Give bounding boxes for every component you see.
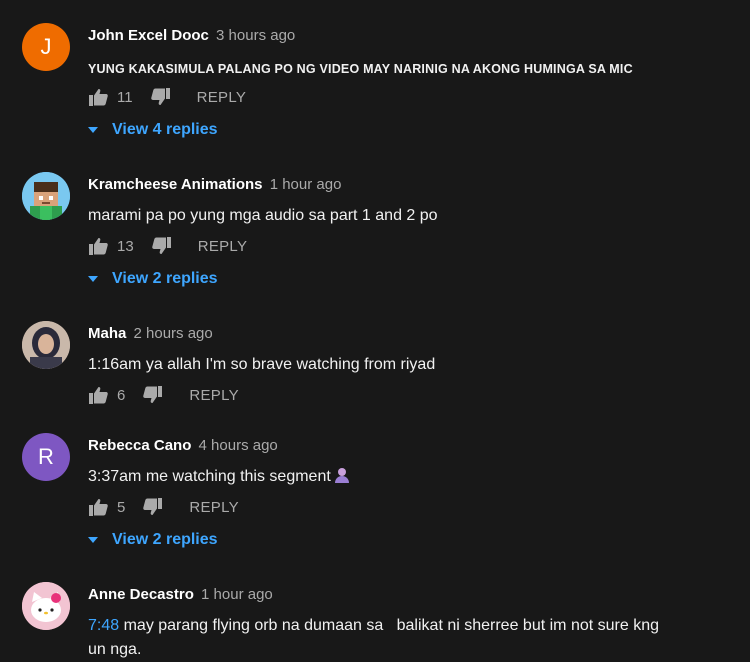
caret-down-icon (88, 276, 98, 282)
comment-text: 3:37am me watching this segment (88, 465, 708, 489)
comment-text-content: may parang flying orb na dumaan sa balik… (88, 617, 664, 658)
author-name[interactable]: John Excel Dooc (88, 27, 209, 44)
view-replies-label: View 2 replies (112, 531, 218, 548)
reply-button[interactable]: REPLY (197, 89, 247, 106)
thumbs-up-icon[interactable] (88, 498, 108, 516)
comment-text-content: 3:37am me watching this segment (88, 468, 331, 485)
caret-down-icon (88, 127, 98, 133)
comment-time[interactable]: 1 hour ago (201, 586, 273, 603)
avatar[interactable] (22, 582, 70, 630)
comment-header: John Excel Dooc 3 hours ago (88, 27, 295, 44)
comment-time[interactable]: 2 hours ago (134, 325, 213, 342)
reply-button[interactable]: REPLY (198, 238, 248, 255)
thumbs-up-icon[interactable] (88, 88, 108, 106)
view-replies-button[interactable]: View 4 replies (88, 119, 218, 141)
reply-button[interactable]: REPLY (189, 387, 239, 404)
avatar[interactable] (22, 172, 70, 220)
pixel-character-image (22, 172, 70, 220)
like-count: 11 (117, 88, 133, 106)
comment-text: marami pa po yung mga audio sa part 1 an… (88, 207, 438, 224)
author-name[interactable]: Maha (88, 325, 126, 342)
person-emoji-icon (334, 468, 349, 483)
caret-down-icon (88, 537, 98, 543)
avatar[interactable]: J (22, 23, 70, 71)
view-replies-label: View 2 replies (112, 270, 218, 287)
comment-text: YUNG KAKASIMULA PALANG PO NG VIDEO MAY N… (88, 62, 633, 76)
thumbs-down-icon[interactable] (151, 237, 172, 255)
comment-header: Anne Decastro 1 hour ago (88, 586, 273, 603)
avatar-letter: J (40, 34, 52, 59)
author-name[interactable]: Anne Decastro (88, 586, 194, 603)
avatar-letter: R (38, 444, 54, 469)
comment-header: Rebecca Cano 4 hours ago (88, 437, 278, 454)
author-name[interactable]: Kramcheese Animations (88, 176, 263, 193)
comment-time[interactable]: 4 hours ago (199, 437, 278, 454)
comment-time[interactable]: 3 hours ago (216, 27, 295, 44)
comment-text: 7:48 may parang flying orb na dumaan sa … (88, 614, 668, 662)
like-count: 5 (117, 498, 126, 516)
comment-text: 1:16am ya allah I'm so brave watching fr… (88, 356, 436, 373)
thumbs-down-icon[interactable] (143, 498, 163, 516)
author-name[interactable]: Rebecca Cano (88, 437, 191, 454)
thumbs-up-icon[interactable] (88, 386, 108, 404)
comment-actions: 6 REPLY (88, 383, 239, 407)
thumbs-down-icon[interactable] (150, 88, 171, 106)
like-count: 6 (117, 386, 126, 404)
hello-kitty-image (22, 582, 70, 630)
comment-time[interactable]: 1 hour ago (270, 176, 342, 193)
view-replies-button[interactable]: View 2 replies (88, 529, 218, 551)
reply-button[interactable]: REPLY (189, 499, 239, 516)
thumbs-down-icon[interactable] (143, 386, 163, 404)
person-photo-image (22, 321, 70, 369)
comment-actions: 5 REPLY (88, 495, 239, 519)
video-timestamp-link[interactable]: 7:48 (88, 617, 119, 634)
comment-actions: 11 REPLY (88, 85, 246, 109)
comment-header: Kramcheese Animations 1 hour ago (88, 176, 341, 193)
comment-actions: 13 REPLY (88, 234, 247, 258)
thumbs-up-icon[interactable] (88, 237, 108, 255)
view-replies-button[interactable]: View 2 replies (88, 268, 218, 290)
view-replies-label: View 4 replies (112, 121, 218, 138)
avatar[interactable] (22, 321, 70, 369)
comment-header: Maha 2 hours ago (88, 325, 213, 342)
avatar[interactable]: R (22, 433, 70, 481)
comments-section: J John Excel Dooc 3 hours ago YUNG KAKAS… (0, 0, 750, 658)
like-count: 13 (117, 237, 134, 255)
